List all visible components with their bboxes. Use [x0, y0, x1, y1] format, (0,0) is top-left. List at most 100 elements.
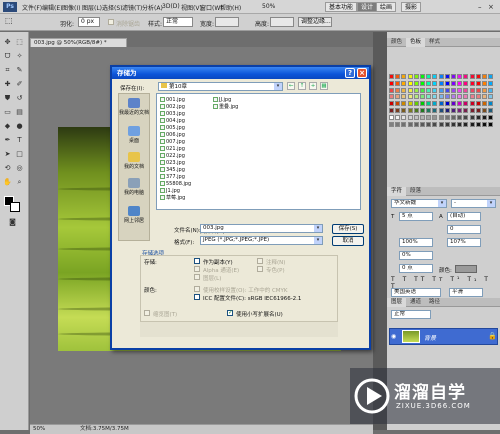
color-swatch[interactable]	[395, 87, 401, 93]
color-swatch[interactable]	[488, 94, 494, 100]
workspace-photography[interactable]: 摄影	[401, 2, 422, 12]
marquee-icon[interactable]: ⬚	[15, 38, 24, 47]
place-recent[interactable]: 我最近的文档	[119, 98, 149, 116]
color-swatch[interactable]	[438, 87, 444, 93]
height-input[interactable]	[270, 17, 294, 27]
color-swatch[interactable]	[457, 74, 463, 79]
color-swatch[interactable]	[426, 101, 432, 107]
color-swatch[interactable]	[395, 108, 401, 113]
color-swatch[interactable]	[401, 94, 407, 100]
file-list[interactable]: 001.jpg 002.jpg 003.jpg 004.jpg 005.jpg …	[156, 93, 361, 210]
color-swatch[interactable]	[444, 108, 450, 113]
hand-icon[interactable]: ✋	[3, 178, 12, 187]
tab-color[interactable]: 颜色	[387, 38, 406, 47]
spot-checkbox[interactable]	[257, 266, 263, 272]
color-swatch[interactable]	[482, 87, 487, 93]
baseline-shift-input[interactable]: 0 点	[399, 264, 433, 273]
menu-filter[interactable]: 滤镜(T)	[122, 3, 142, 12]
color-swatch[interactable]	[389, 108, 394, 113]
layers-checkbox[interactable]	[194, 274, 200, 280]
color-swatch[interactable]	[395, 74, 401, 79]
color-swatch[interactable]	[389, 121, 394, 127]
color-swatch[interactable]	[475, 121, 481, 127]
color-swatch[interactable]	[469, 74, 475, 79]
tab-styles[interactable]: 样式	[425, 38, 444, 47]
color-swatch[interactable]	[463, 121, 469, 127]
color-swatch[interactable]	[475, 74, 481, 79]
color-swatch[interactable]	[438, 74, 444, 79]
color-swatch[interactable]	[432, 87, 438, 93]
shape-icon[interactable]: □	[15, 150, 24, 159]
color-swatch[interactable]	[413, 101, 419, 107]
file-item[interactable]: 003.jpg	[160, 111, 185, 118]
place-desktop[interactable]: 桌面	[119, 126, 149, 144]
color-swatch[interactable]	[444, 80, 450, 86]
save-in-select[interactable]: 第10章 ▾	[158, 82, 283, 91]
help-button[interactable]: ?	[345, 68, 355, 78]
color-swatch[interactable]	[457, 80, 463, 86]
type-icon[interactable]: T	[15, 136, 24, 145]
color-swatch[interactable]	[457, 108, 463, 113]
blend-mode-select[interactable]: 正常	[391, 310, 431, 319]
gradient-icon[interactable]: ▤	[15, 108, 24, 117]
thumbnail-checkbox[interactable]	[144, 310, 150, 316]
color-swatch[interactable]	[475, 94, 481, 100]
workspace-design[interactable]: 设计	[357, 2, 378, 12]
color-swatch[interactable]	[457, 121, 463, 127]
color-swatch[interactable]	[482, 80, 487, 86]
color-swatch[interactable]	[463, 94, 469, 100]
color-swatch[interactable]	[444, 121, 450, 127]
color-swatch[interactable]	[407, 87, 413, 93]
proof-setup-checkbox[interactable]	[194, 286, 200, 292]
tab-paragraph[interactable]: 段落	[406, 187, 425, 196]
color-swatch[interactable]	[432, 80, 438, 86]
color-swatch[interactable]	[482, 74, 487, 79]
color-swatch[interactable]	[463, 114, 469, 120]
color-swatch[interactable]	[444, 101, 450, 107]
horizontal-scale-input[interactable]: 107%	[447, 238, 481, 247]
color-swatch[interactable]	[407, 121, 413, 127]
color-swatch[interactable]	[389, 114, 394, 120]
document-tab[interactable]: 003.jpg @ 50%(RGB/8#) *	[30, 38, 127, 47]
color-swatch[interactable]	[451, 74, 456, 79]
text-style-buttons[interactable]: T T TT Tт T¹ T₁ T T	[391, 276, 496, 290]
color-swatch[interactable]	[457, 101, 463, 107]
file-item[interactable]: 004.jpg	[160, 118, 185, 125]
file-item[interactable]: J1.jpg	[160, 188, 180, 195]
color-swatch[interactable]	[488, 87, 494, 93]
antialias-select[interactable]: 平滑	[449, 288, 483, 297]
color-swatch[interactable]	[401, 101, 407, 107]
tab-channels[interactable]: 通道	[406, 298, 425, 307]
save-button[interactable]: 保存(S)	[332, 224, 364, 234]
color-swatch[interactable]	[432, 101, 438, 107]
history-brush-icon[interactable]: ↺	[15, 94, 24, 103]
color-swatch[interactable]	[469, 114, 475, 120]
color-swatch[interactable]	[488, 74, 494, 79]
file-item[interactable]: 007.jpg	[160, 139, 185, 146]
up-folder-icon[interactable]: ↑	[298, 82, 306, 90]
color-swatch[interactable]	[432, 108, 438, 113]
color-swatch[interactable]	[463, 80, 469, 86]
color-swatch[interactable]	[432, 114, 438, 120]
color-swatch[interactable]	[420, 87, 425, 93]
marquee-tool-icon[interactable]: ⬚	[5, 16, 13, 25]
color-swatch[interactable]	[413, 74, 419, 79]
color-swatch[interactable]	[457, 87, 463, 93]
color-swatch[interactable]	[482, 121, 487, 127]
color-swatch[interactable]	[420, 121, 425, 127]
tab-character[interactable]: 字符	[387, 187, 407, 196]
color-swatch[interactable]	[438, 114, 444, 120]
blur-icon[interactable]: ◆	[3, 122, 12, 131]
file-item[interactable]: 023.jpg	[160, 160, 185, 167]
healing-icon[interactable]: ✚	[3, 80, 12, 89]
color-swatch[interactable]	[482, 101, 487, 107]
color-swatch[interactable]	[469, 101, 475, 107]
color-swatch[interactable]	[426, 108, 432, 113]
color-swatch[interactable]	[451, 121, 456, 127]
color-swatch[interactable]	[413, 80, 419, 86]
color-swatch[interactable]	[407, 114, 413, 120]
background-color-swatch[interactable]	[10, 202, 20, 212]
color-swatch[interactable]	[413, 108, 419, 113]
font-style-select[interactable]: - ▾	[451, 199, 496, 208]
color-swatch[interactable]	[482, 94, 487, 100]
